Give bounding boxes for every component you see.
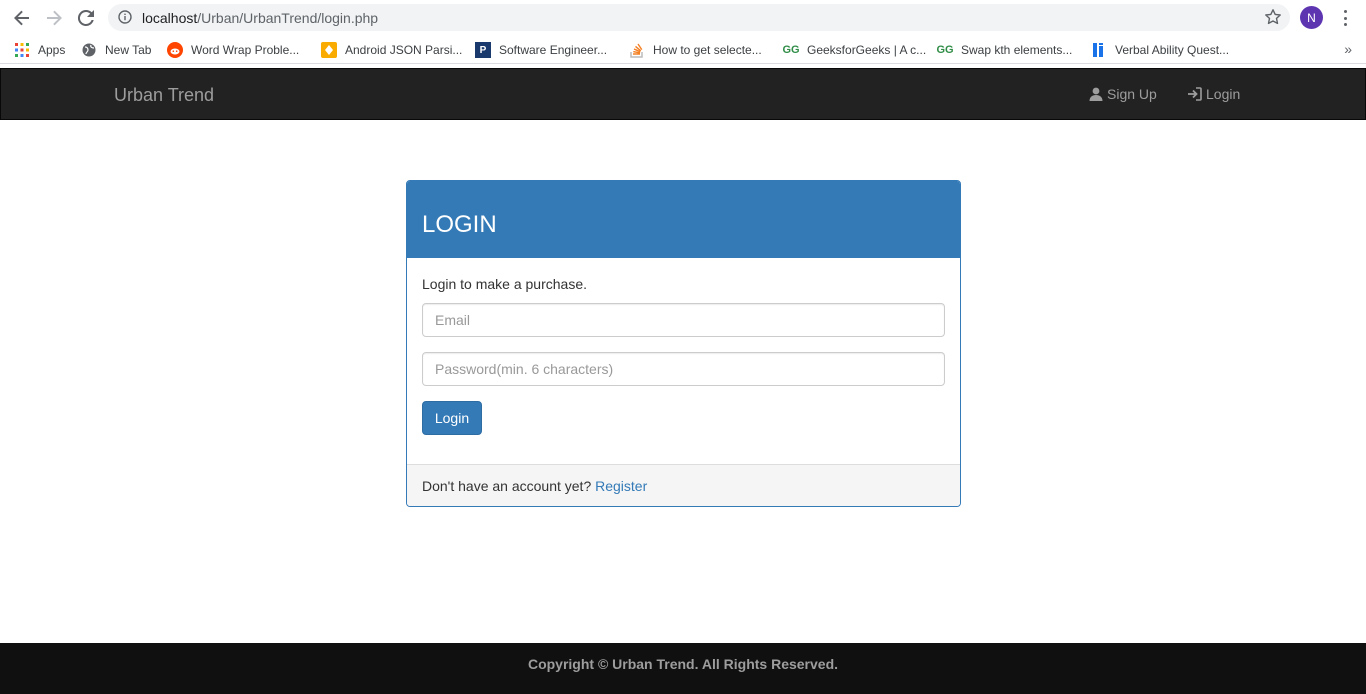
- reload-icon: [77, 9, 94, 26]
- bookmark-swap-kth[interactable]: GG Swap kth elements...: [936, 41, 1073, 59]
- bookmark-label: New Tab: [105, 43, 152, 57]
- apps-grid-icon: [14, 42, 30, 58]
- bookmark-label: Verbal Ability Quest...: [1115, 43, 1230, 57]
- signup-link[interactable]: Sign Up: [1089, 86, 1157, 102]
- register-prompt-text: Don't have an account yet?: [422, 478, 592, 494]
- register-prompt: Don't have an account yet? Register: [422, 478, 647, 494]
- bookmark-label: Android JSON Parsi...: [345, 43, 463, 57]
- address-bar[interactable]: localhost/Urban/UrbanTrend/login.php: [108, 4, 1290, 31]
- login-link[interactable]: Login: [1187, 86, 1240, 102]
- email-input[interactable]: [422, 303, 945, 337]
- bookmark-how-to-get[interactable]: How to get selecte...: [629, 41, 762, 59]
- url-host: localhost: [142, 10, 198, 26]
- brand-link[interactable]: Urban Trend: [114, 85, 214, 106]
- user-icon: [1089, 87, 1103, 101]
- panel-heading: LOGIN: [407, 181, 960, 258]
- login-form: Login to make a purchase. Login: [407, 258, 960, 466]
- register-link[interactable]: Register: [595, 478, 647, 494]
- bookmark-verbal-ability[interactable]: Verbal Ability Quest...: [1091, 41, 1229, 59]
- profile-avatar[interactable]: N: [1300, 6, 1323, 29]
- forward-button[interactable]: [42, 6, 66, 30]
- login-panel: LOGIN Login to make a purchase. Login Do…: [406, 180, 961, 507]
- reload-button[interactable]: [74, 6, 98, 30]
- bookmark-label: Word Wrap Proble...: [191, 43, 300, 57]
- bookmark-yellow-icon: [321, 42, 337, 58]
- password-input[interactable]: [422, 352, 945, 386]
- p-icon: P: [475, 42, 491, 58]
- bookmark-label: Apps: [38, 43, 66, 57]
- bookmarks-bar: Apps New Tab Word Wrap Proble... Android…: [0, 36, 1366, 64]
- bookmark-label: Software Engineer...: [499, 43, 608, 57]
- copyright-text: Copyright © Urban Trend. All Rights Rese…: [527, 656, 839, 672]
- panel-title: LOGIN: [422, 211, 497, 238]
- geeksforgeeks-icon: GG: [782, 44, 800, 56]
- panel-footer: Don't have an account yet? Register: [407, 464, 960, 506]
- bookmark-star-icon[interactable]: [1264, 8, 1282, 31]
- stackoverflow-icon: [629, 42, 645, 58]
- url-text: localhost/Urban/UrbanTrend/login.php: [142, 10, 378, 26]
- info-icon[interactable]: [118, 10, 132, 29]
- geeksforgeeks-icon: GG: [936, 44, 954, 56]
- bookmark-geeksforgeeks[interactable]: GG GeeksforGeeks | A c...: [782, 41, 927, 59]
- back-button[interactable]: [10, 6, 34, 30]
- globe-icon: [81, 42, 97, 58]
- arrow-left-icon: [14, 10, 29, 26]
- indiabix-icon: [1091, 42, 1107, 58]
- browser-toolbar: localhost/Urban/UrbanTrend/login.php N: [0, 0, 1366, 36]
- bookmark-label: GeeksforGeeks | A c...: [807, 43, 927, 57]
- arrow-right-icon: [47, 10, 62, 26]
- browser-menu-icon[interactable]: [1337, 8, 1353, 28]
- login-button[interactable]: Login: [422, 401, 482, 435]
- site-footer: Copyright © Urban Trend. All Rights Rese…: [0, 643, 1366, 694]
- login-icon: [1188, 87, 1202, 101]
- login-label: Login: [1206, 86, 1241, 102]
- bookmark-android-json[interactable]: Android JSON Parsi...: [321, 41, 462, 59]
- reddit-icon: [167, 42, 183, 58]
- site-navbar: Urban Trend Sign Up Login: [0, 68, 1366, 120]
- signup-label: Sign Up: [1107, 86, 1157, 102]
- bookmark-label: How to get selecte...: [653, 43, 762, 57]
- bookmark-apps[interactable]: Apps: [14, 41, 65, 59]
- bookmark-word-wrap[interactable]: Word Wrap Proble...: [167, 41, 299, 59]
- bookmark-label: Swap kth elements...: [961, 43, 1073, 57]
- bookmarks-overflow-icon[interactable]: »: [1344, 41, 1352, 57]
- bookmark-new-tab[interactable]: New Tab: [81, 41, 151, 59]
- bookmark-software-engineer[interactable]: P Software Engineer...: [475, 41, 607, 59]
- url-path: /Urban/UrbanTrend/login.php: [197, 10, 379, 26]
- login-subtitle: Login to make a purchase.: [422, 276, 587, 292]
